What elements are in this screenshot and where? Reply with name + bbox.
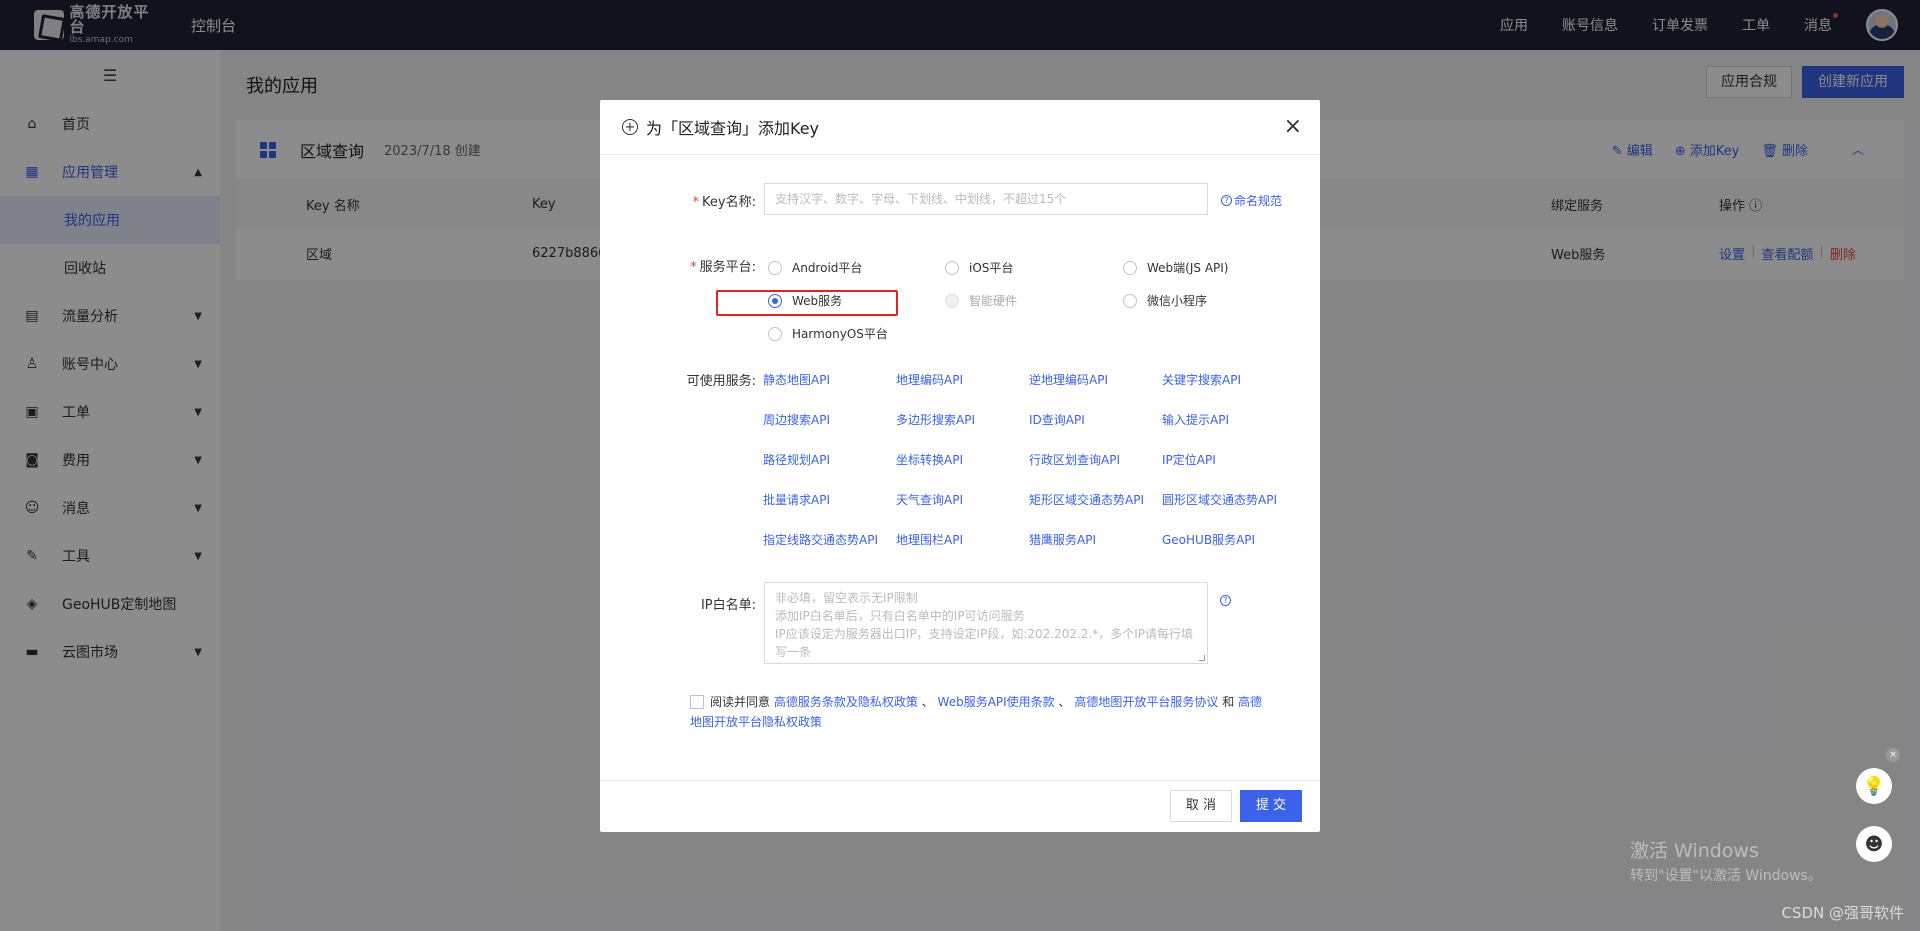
submit-button[interactable]: 提 交 xyxy=(1240,790,1302,822)
service-api-link[interactable]: 逆地理编码API xyxy=(1029,371,1108,388)
watermark-line2: 转到"设置"以激活 Windows。 xyxy=(1630,868,1822,884)
radio-circle xyxy=(1123,260,1137,275)
service-api-link[interactable]: 地理编码API xyxy=(896,371,963,388)
radio-android[interactable]: Android平台 xyxy=(768,259,862,276)
platform-agreement-link[interactable]: 高德地图开放平台服务协议 xyxy=(1074,695,1218,709)
radio-smart-hardware: 智能硬件 xyxy=(945,292,1017,309)
key-name-input[interactable]: 支持汉字、数字、字母、下划线、中划线，不超过15个 xyxy=(764,183,1208,215)
radio-label: iOS平台 xyxy=(969,261,1014,275)
resize-handle[interactable] xyxy=(1199,655,1205,661)
question-icon: ? xyxy=(1220,595,1231,606)
radio-label: 智能硬件 xyxy=(969,294,1018,308)
service-api-link[interactable]: 指定线路交通态势API xyxy=(763,531,878,548)
service-api-link[interactable]: GeoHUB服务API xyxy=(1162,531,1255,548)
key-name-label-text: Key名称: xyxy=(702,195,756,210)
radio-harmonyos[interactable]: HarmonyOS平台 xyxy=(768,325,888,342)
placeholder-line: 非必填，留空表示无IP限制 xyxy=(775,591,918,605)
separator: 、 xyxy=(1058,695,1071,709)
service-api-link[interactable]: 周边搜索API xyxy=(763,411,830,428)
service-api-link[interactable]: 猎鹰服务API xyxy=(1029,531,1096,548)
radio-wechat-miniprogram[interactable]: 微信小程序 xyxy=(1123,292,1207,309)
service-api-link[interactable]: 矩形区域交通态势API xyxy=(1029,491,1144,508)
close-icon[interactable]: × xyxy=(1886,748,1900,762)
service-api-link[interactable]: 批量请求API xyxy=(763,491,830,508)
ip-help-icon[interactable]: ? xyxy=(1220,595,1233,606)
ip-whitelist-textarea[interactable]: 非必填，留空表示无IP限制添加IP白名单后，只有白名单中的IP可访问服务 IP应该… xyxy=(764,582,1208,664)
naming-rule-link[interactable]: ? 命名规范 xyxy=(1221,192,1282,209)
service-api-link[interactable]: 关键字搜索API xyxy=(1162,371,1241,388)
dialog-title: 为「区域查询」添加Key xyxy=(646,119,820,138)
placeholder-line: 添加IP白名单后，只有白名单中的IP可访问服务 xyxy=(775,609,1025,623)
service-api-link[interactable]: 输入提示API xyxy=(1162,411,1229,428)
ip-whitelist-placeholder: 非必填，留空表示无IP限制添加IP白名单后，只有白名单中的IP可访问服务 IP应该… xyxy=(775,589,1197,661)
agree-checkbox[interactable] xyxy=(690,695,704,709)
service-api-link[interactable]: 圆形区域交通态势API xyxy=(1162,491,1277,508)
radio-ios[interactable]: iOS平台 xyxy=(945,259,1013,276)
dialog-header: + 为「区域查询」添加Key × xyxy=(600,100,1320,155)
add-key-dialog: + 为「区域查询」添加Key × * Key名称: 支持汉字、数字、字母、下划线、… xyxy=(600,100,1320,832)
radio-web-js[interactable]: Web端(JS API) xyxy=(1123,259,1228,276)
csdn-watermark: CSDN @强哥软件 xyxy=(1781,904,1904,922)
radio-circle xyxy=(1123,293,1137,308)
close-icon[interactable]: × xyxy=(1284,116,1302,138)
watermark-line1: 激活 Windows xyxy=(1630,840,1759,862)
service-api-link[interactable]: 天气查询API xyxy=(896,491,963,508)
question-icon: ? xyxy=(1221,195,1232,206)
ip-whitelist-label: IP白名单: xyxy=(700,598,756,613)
support-avatar-icon[interactable]: ☻ xyxy=(1856,826,1892,862)
radio-circle xyxy=(945,260,959,275)
separator: 、 xyxy=(921,695,934,709)
cancel-button[interactable]: 取 消 xyxy=(1170,790,1232,822)
add-circle-icon: + xyxy=(622,119,638,135)
service-api-link[interactable]: 地理围栏API xyxy=(896,531,963,548)
agree-prefix: 阅读并同意 xyxy=(710,695,771,709)
service-api-link[interactable]: 静态地图API xyxy=(763,371,830,388)
platform-label: * 服务平台: xyxy=(690,260,756,275)
dialog-footer: 取 消 提 交 xyxy=(600,780,1320,832)
annotation-highlight xyxy=(716,290,898,316)
service-api-link[interactable]: IP定位API xyxy=(1162,451,1216,468)
platform-label-text: 服务平台: xyxy=(699,260,756,275)
conjunction: 和 xyxy=(1222,695,1235,709)
service-api-link[interactable]: 坐标转换API xyxy=(896,451,963,468)
service-api-link[interactable]: 行政区划查询API xyxy=(1029,451,1120,468)
radio-circle xyxy=(768,260,782,275)
key-name-label: * Key名称: xyxy=(692,195,756,210)
radio-label: Android平台 xyxy=(792,261,863,275)
radio-label: HarmonyOS平台 xyxy=(792,327,888,341)
naming-rule-text: 命名规范 xyxy=(1234,194,1283,208)
agreement: 阅读并同意 高德服务条款及隐私权政策 、 Web服务API使用条款 、 高德地图… xyxy=(690,692,1270,732)
service-api-link[interactable]: ID查询API xyxy=(1029,411,1085,428)
radio-label: 微信小程序 xyxy=(1147,294,1208,308)
service-api-link[interactable]: 多边形搜索API xyxy=(896,411,975,428)
services-label: 可使用服务: xyxy=(686,374,756,389)
placeholder-line: IP应该设定为服务器出口IP，支持设定IP段，如:202.202.2.*，多个I… xyxy=(775,627,1194,659)
webapi-terms-link[interactable]: Web服务API使用条款 xyxy=(938,695,1055,709)
service-api-link[interactable]: 路径规划API xyxy=(763,451,830,468)
radio-label: Web端(JS API) xyxy=(1147,261,1229,275)
lightbulb-icon[interactable]: 💡 xyxy=(1856,768,1892,804)
radio-circle xyxy=(768,326,782,341)
terms-privacy-link[interactable]: 高德服务条款及隐私权政策 xyxy=(774,695,918,709)
windows-activation-watermark: 激活 Windows 转到"设置"以激活 Windows。 xyxy=(1630,836,1822,885)
radio-circle xyxy=(945,293,959,308)
